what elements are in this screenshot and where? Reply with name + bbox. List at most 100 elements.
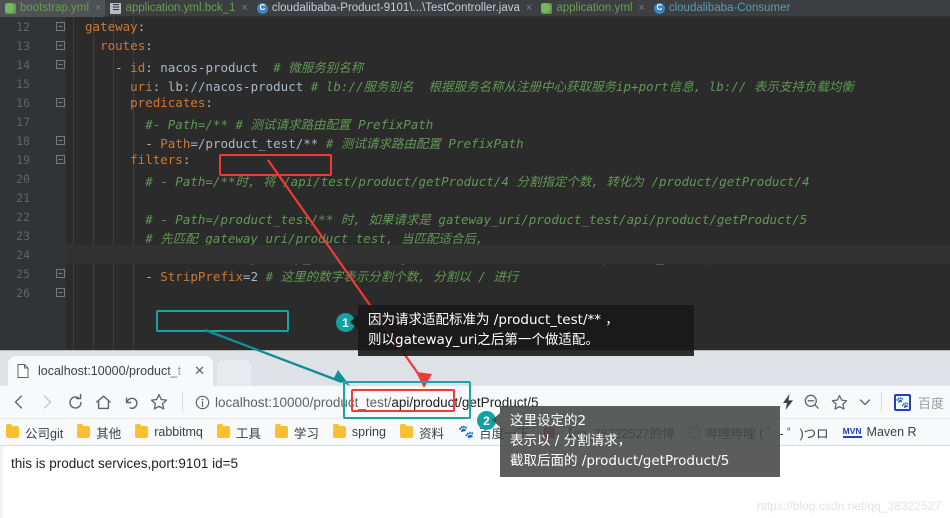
code-fold-icon[interactable] [56,98,65,107]
editor-tab-bootstrap-yml[interactable]: bootstrap.yml × [0,0,106,17]
code-editor[interactable]: 12 13 14 15 16 17 18 19 20 21 22 23 24 25 26 gateway: r… [0,17,950,350]
close-icon[interactable]: × [95,2,101,14]
browser-tab-title: localhost:10000/product_t [38,364,182,378]
code-line: #- Path=/** # 测试请求路由配置 PrefixPath [145,117,434,132]
code-line: filters: [130,152,191,167]
watermark-text: https://blog.csdn.net/qq_38322527 [756,499,941,513]
code-fold-icon[interactable] [56,41,65,50]
browser-tab-strip: localhost:10000/product_t ✕ [0,351,950,386]
reload-button[interactable] [62,389,88,415]
page-body-text: this is product services,port:9101 id=5 [11,456,238,471]
browser-tab-active[interactable]: localhost:10000/product_t ✕ [8,356,213,386]
code-line: predicates: [130,95,213,110]
site-info-icon[interactable] [191,391,213,413]
tooltip-notch [350,315,358,329]
code-fold-icon[interactable] [56,22,65,31]
zoom-out-icon[interactable] [799,389,825,415]
bookmark-item[interactable]: 工具 [216,423,261,442]
line-number: 20 [16,172,30,186]
star-icon[interactable] [827,389,853,415]
search-engine-label: 百度 [917,395,944,411]
bookmarks-bar: 公司git其他rabbitmq工具学习spring资料🐾百度一下▤【qq_383… [0,419,950,446]
bookmark-label: 学习 [293,426,319,441]
editor-tab-label: application.yml.bck_1 [125,2,236,14]
code-line: - StripPrefix=2 # 这里的数字表示分割个数, 分割以 / 进行 [145,269,519,284]
line-number: 24 [16,248,30,262]
bookmark-label: 其他 [96,426,122,441]
editor-tab-label: cloudalibaba-Consumer [668,2,791,14]
bookmark-label: 公司git [25,426,64,441]
highlight-box-path-value [219,154,332,176]
bookmark-item[interactable]: rabbitmq [135,424,203,439]
line-number: 25 [16,267,30,281]
java-class-icon: C [256,2,268,14]
code-fold-icon[interactable] [56,60,65,69]
indent-guide [93,17,94,350]
page-icon [16,364,30,379]
folder-icon [6,424,19,438]
history-back-icon[interactable] [118,389,144,415]
search-engine-selector[interactable]: 🐾 百度 [893,393,944,412]
bookmark-item[interactable]: 公司git [6,423,63,442]
code-fold-icon[interactable] [56,269,65,278]
toolbar-right-buttons: 🐾 百度 [779,389,944,415]
close-icon[interactable]: × [638,2,644,14]
line-number: 15 [16,77,30,91]
folder-icon [399,424,413,438]
folder-icon [77,424,91,438]
text-file-icon: ☰ [110,2,122,14]
back-button[interactable] [6,389,32,415]
editor-tab-application-yml-bck[interactable]: ☰ application.yml.bck_1 × [105,0,251,17]
folder-icon [135,424,149,438]
tabstrip-edge [0,351,6,386]
editor-tab-bar: bootstrap.yml × ☰ application.yml.bck_1 … [0,0,950,17]
code-fold-icon[interactable] [56,136,65,145]
line-number: 16 [16,96,30,110]
highlight-box-url-region [343,381,471,419]
chevron-down-icon[interactable] [855,389,875,415]
bookmark-item[interactable]: 学习 [274,423,319,442]
code-line: routes: [100,38,153,53]
line-number: 17 [16,115,30,129]
bookmark-item[interactable]: 资料 [399,423,444,442]
indent-guide [113,17,114,350]
lightning-icon[interactable] [779,389,797,415]
browser-window: localhost:10000/product_t ✕ localhost:10… [0,350,950,518]
bookmark-item[interactable]: 其他 [77,423,121,442]
new-tab-button[interactable] [217,360,251,386]
code-line: # - Path=/product_test/** 时, 如果请求是 gatew… [145,212,808,227]
editor-tab-label: cloudalibaba-Product-9101\...\TestContro… [271,2,520,14]
close-icon[interactable]: × [241,2,247,14]
editor-tab-cloudalibaba-consumer[interactable]: C cloudalibaba-Consumer [649,0,794,17]
editor-tab-application-yml[interactable]: application.yml × [536,0,649,17]
line-number: 13 [16,39,30,53]
browser-toolbar: localhost:10000/product_test/api/product… [0,386,950,419]
bookmark-item[interactable]: MVN Maven R [842,425,917,439]
bookmark-label: Maven R [866,425,917,439]
yml-file-icon [541,2,553,14]
code-line: uri: lb://nacos-product # lb://服务别名 根据服务… [130,79,854,94]
line-number: 23 [16,229,30,243]
code-fold-icon[interactable] [56,155,65,164]
bookmark-label: 资料 [418,426,444,441]
line-number: 18 [16,134,30,148]
bookmark-label: spring [351,425,386,439]
url-host: localhost:10000/ [215,394,314,410]
bookmark-star-icon[interactable] [146,389,172,415]
close-icon[interactable]: ✕ [194,363,205,379]
code-line: gateway: [85,19,146,34]
line-number: 26 [16,286,30,300]
home-button[interactable] [90,389,116,415]
forward-button[interactable] [34,389,60,415]
line-number: 22 [16,210,30,224]
editor-tab-label: bootstrap.yml [20,2,90,14]
bookmark-item[interactable]: spring [332,424,386,439]
annotation-tooltip-1: 因为请求适配标准为 /product_test/** ， 则以gateway_u… [358,305,694,356]
paw-icon: 🐾 [457,424,475,439]
highlight-box-stripprefix [156,310,289,332]
editor-tab-testcontroller-java[interactable]: C cloudalibaba-Product-9101\...\TestCont… [252,0,536,17]
divider [182,392,183,412]
code-fold-icon[interactable] [56,288,65,297]
close-icon[interactable]: × [526,2,532,14]
line-number: 21 [16,191,30,205]
